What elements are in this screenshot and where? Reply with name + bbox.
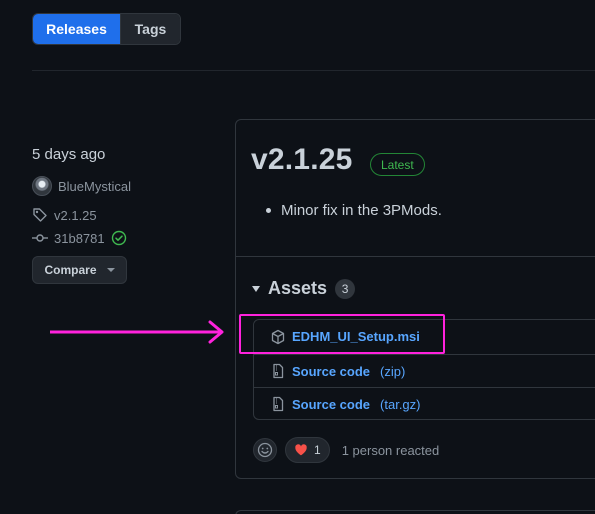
compare-label: Compare xyxy=(44,263,97,277)
asset-item[interactable]: Source code (tar.gz) xyxy=(254,387,595,420)
author-link[interactable]: BlueMystical xyxy=(32,176,131,196)
compare-button[interactable]: Compare xyxy=(32,256,127,284)
author-name[interactable]: BlueMystical xyxy=(58,179,131,194)
smiley-icon xyxy=(257,442,273,458)
reactions-bar: 1 1 person reacted xyxy=(253,437,439,463)
bullet-icon xyxy=(266,208,271,213)
chevron-down-icon xyxy=(106,268,115,272)
asset-link[interactable]: Source code xyxy=(292,364,370,379)
release-notes: Minor fix in the 3PMods. xyxy=(266,202,442,219)
tag-icon xyxy=(33,208,47,222)
card-divider xyxy=(236,256,595,257)
commit-link[interactable]: 31b8781 xyxy=(32,230,127,246)
releases-tags-toggle: Releases Tags xyxy=(32,13,181,45)
asset-format[interactable]: (tar.gz) xyxy=(380,397,420,412)
release-time: 5 days ago xyxy=(32,146,106,163)
release-title[interactable]: v2.1.25 xyxy=(251,143,353,177)
tag-label[interactable]: v2.1.25 xyxy=(54,208,97,223)
assets-count-badge: 3 xyxy=(335,278,356,299)
commit-hash[interactable]: 31b8781 xyxy=(54,231,105,246)
asset-format[interactable]: (zip) xyxy=(380,364,405,379)
asset-link[interactable]: Source code xyxy=(292,397,370,412)
file-zip-icon xyxy=(273,363,284,379)
assets-title: Assets xyxy=(268,278,328,298)
tag-link[interactable]: v2.1.25 xyxy=(32,207,97,223)
arrow-icon xyxy=(50,320,224,344)
tags-tab[interactable]: Tags xyxy=(120,14,180,44)
heart-icon xyxy=(295,444,307,456)
release-note-item: Minor fix in the 3PMods. xyxy=(281,202,442,219)
file-zip-icon xyxy=(273,396,284,412)
avatar xyxy=(32,176,52,196)
latest-badge: Latest xyxy=(370,153,425,176)
next-release-card xyxy=(235,510,595,514)
add-reaction-button[interactable] xyxy=(253,438,277,462)
header-divider xyxy=(32,70,595,71)
releases-tab[interactable]: Releases xyxy=(33,14,120,44)
reactions-summary: 1 person reacted xyxy=(341,442,440,458)
heart-reaction-button[interactable]: 1 xyxy=(285,437,330,463)
git-commit-icon xyxy=(32,234,48,242)
heart-count: 1 xyxy=(314,443,321,457)
triangle-down-icon xyxy=(252,285,260,292)
verified-check-icon[interactable] xyxy=(111,230,127,246)
assets-toggle[interactable]: Assets 3 xyxy=(252,278,356,299)
asset-item[interactable]: Source code (zip) xyxy=(254,354,595,387)
highlight-box xyxy=(239,314,445,354)
